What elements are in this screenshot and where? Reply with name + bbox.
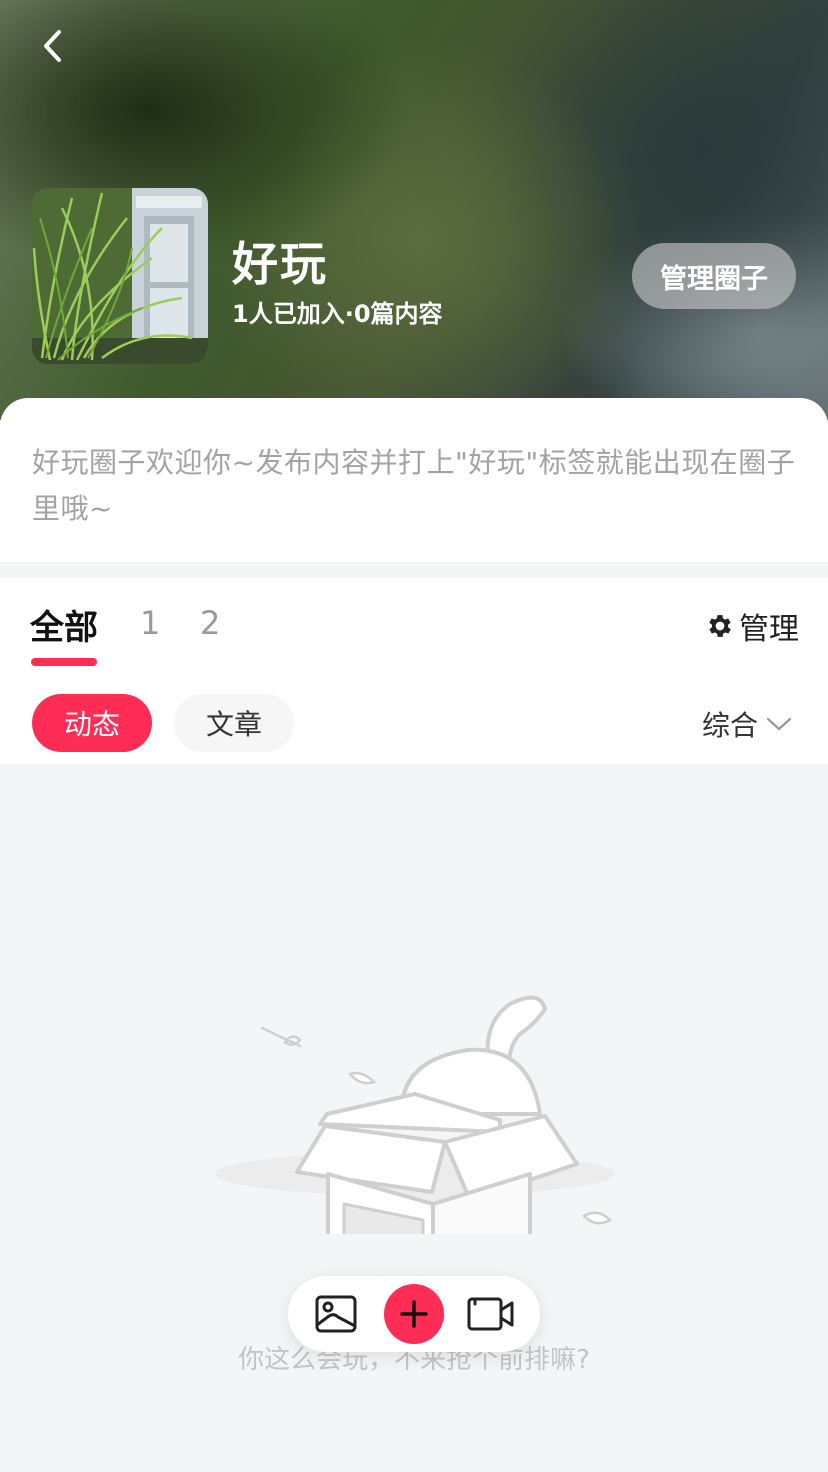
- video-camera-icon[interactable]: [466, 1292, 516, 1336]
- filter-chip-dynamic[interactable]: 动态: [32, 694, 152, 752]
- filter-chip-article[interactable]: 文章: [174, 694, 294, 752]
- manage-label: 管理: [739, 612, 799, 647]
- empty-box-illustration: [215, 995, 615, 1234]
- back-button[interactable]: [30, 24, 74, 68]
- gear-icon: [709, 615, 731, 637]
- tab-all[interactable]: 全部: [30, 600, 98, 649]
- plus-icon: [400, 1300, 428, 1328]
- circle-stats: 1人已加入·0篇内容: [232, 300, 443, 328]
- empty-content-area: 你这么会玩，不来抢个前排嘛?: [0, 764, 828, 1472]
- post-action-bar: [288, 1276, 540, 1352]
- content-tab-panel: 全部 1 2 管理 动态 文章 综合: [0, 578, 828, 764]
- active-tab-indicator: [31, 658, 97, 666]
- tab-1[interactable]: 1: [140, 604, 160, 642]
- manage-button[interactable]: 管理: [705, 606, 799, 647]
- circle-title: 好玩: [232, 237, 328, 291]
- circle-intro-text: 好玩圈子欢迎你~发布内容并打上"好玩"标签就能出现在圈子里哦~: [32, 446, 796, 525]
- tab-2[interactable]: 2: [200, 604, 220, 642]
- chevron-down-icon: [766, 717, 792, 731]
- sort-dropdown[interactable]: 综合: [702, 704, 792, 744]
- circle-header: 好玩 1人已加入·0篇内容 管理圈子: [0, 0, 828, 420]
- circle-cover-image: [32, 188, 208, 364]
- add-post-button[interactable]: [384, 1284, 444, 1344]
- chevron-left-icon: [44, 30, 61, 62]
- image-icon[interactable]: [314, 1292, 358, 1336]
- manage-circle-button[interactable]: 管理圈子: [632, 243, 796, 309]
- circle-intro-card: 好玩圈子欢迎你~发布内容并打上"好玩"标签就能出现在圈子里哦~: [0, 398, 828, 562]
- sort-label: 综合: [702, 709, 759, 742]
